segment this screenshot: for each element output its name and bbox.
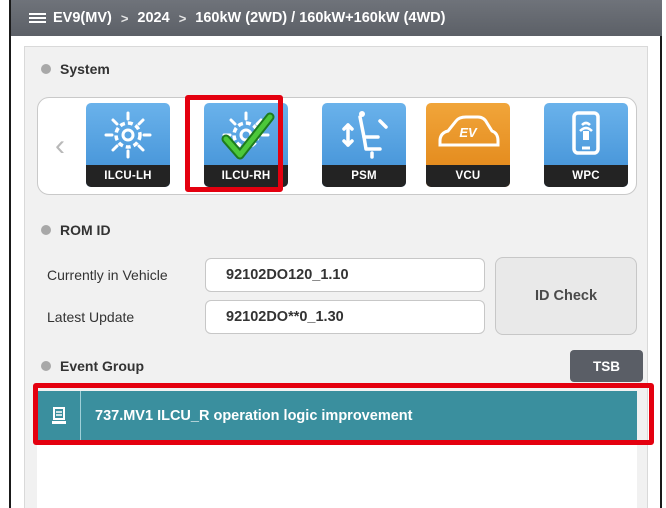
latest-rom-label: Latest Update xyxy=(47,309,135,325)
breadcrumb-model[interactable]: EV9(MV) xyxy=(53,10,112,26)
lamp-gear-icon xyxy=(104,111,152,159)
tile-label: VCU xyxy=(426,165,510,187)
system-title: System xyxy=(60,61,110,77)
svg-text:EV: EV xyxy=(459,125,478,140)
latest-rom-value: 92102DO**0_1.30 xyxy=(205,300,485,334)
tile-label: ILCU-LH xyxy=(86,165,170,187)
breadcrumb: EV9(MV) > 2024 > 160kW (2WD) / 160kW+160… xyxy=(11,0,662,36)
breadcrumb-separator: > xyxy=(178,10,187,26)
document-stamp-icon xyxy=(37,391,81,441)
lamp-gear-check-icon xyxy=(221,111,275,160)
power-seat-icon xyxy=(342,111,388,159)
current-rom-label: Currently in Vehicle xyxy=(47,267,168,283)
system-tile-ilcu-rh[interactable]: ILCU-RH xyxy=(204,103,288,187)
ev-car-icon: EV xyxy=(438,115,500,147)
event-item-text: 737.MV1 ILCU_R operation logic improveme… xyxy=(95,408,413,424)
system-section-header: System xyxy=(25,51,647,87)
rom-id-section-header: ROM ID xyxy=(25,212,647,248)
bullet-icon xyxy=(41,361,51,371)
system-tile-vcu[interactable]: EV VCU xyxy=(426,103,510,187)
breadcrumb-year[interactable]: 2024 xyxy=(137,10,169,26)
system-tile-wpc[interactable]: WPC xyxy=(544,103,628,187)
carousel-prev-button[interactable]: ‹ xyxy=(50,126,70,166)
event-group-section-header: Event Group xyxy=(25,348,647,384)
vehicle-list-icon xyxy=(29,13,46,23)
main-panel: System ‹ › ILCU-LH xyxy=(24,46,648,508)
system-carousel: ‹ › ILCU-LH xyxy=(37,97,637,195)
tile-label: ILCU-RH xyxy=(204,165,288,187)
event-list-empty-area xyxy=(37,441,637,508)
breadcrumb-separator: > xyxy=(120,10,129,26)
id-check-button[interactable]: ID Check xyxy=(495,257,637,335)
system-tile-psm[interactable]: PSM xyxy=(322,103,406,187)
tile-label: WPC xyxy=(544,165,628,187)
tile-label: PSM xyxy=(322,165,406,187)
breadcrumb-engine[interactable]: 160kW (2WD) / 160kW+160kW (4WD) xyxy=(195,10,445,26)
event-group-title: Event Group xyxy=(60,358,145,374)
tsb-button[interactable]: TSB xyxy=(570,350,643,382)
wireless-phone-charger-icon xyxy=(572,111,600,155)
event-list-item[interactable]: 737.MV1 ILCU_R operation logic improveme… xyxy=(37,391,637,441)
bullet-icon xyxy=(41,64,51,74)
bullet-icon xyxy=(41,225,51,235)
rom-id-title: ROM ID xyxy=(60,222,111,238)
current-rom-value: 92102DO120_1.10 xyxy=(205,258,485,292)
system-tile-ilcu-lh[interactable]: ILCU-LH xyxy=(86,103,170,187)
